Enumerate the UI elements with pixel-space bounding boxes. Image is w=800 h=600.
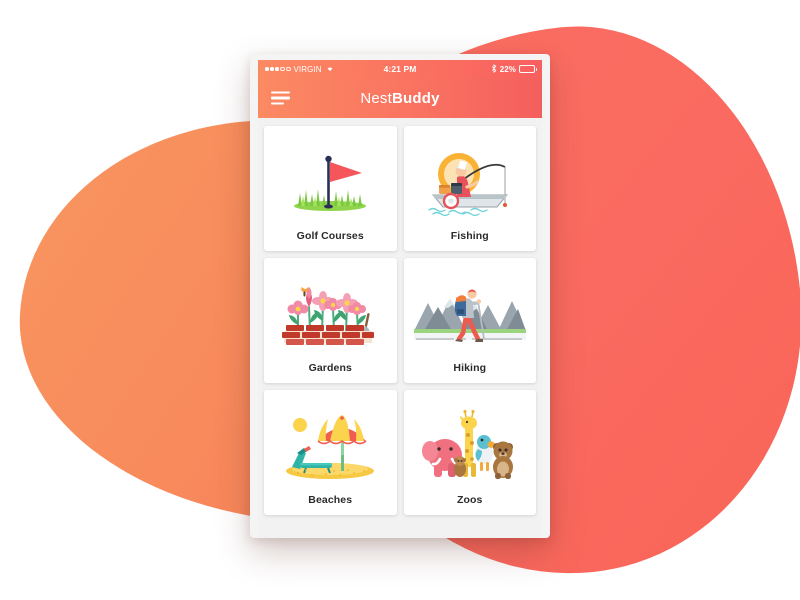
category-card-golf-courses[interactable]: Golf Courses: [264, 126, 397, 251]
status-bar-time: 4:21 PM: [383, 64, 417, 74]
category-label: Gardens: [308, 362, 352, 374]
app-title-bold: Buddy: [391, 89, 440, 107]
flower-garden-icon: [268, 266, 393, 362]
phone-mockup: VIRGIN 4:21 PM 22% NestBuddy Golf Course…: [250, 54, 550, 538]
signal-strength-icon: [265, 66, 291, 72]
wifi-icon: [325, 64, 335, 74]
app-mockup-stage: VIRGIN 4:21 PM 22% NestBuddy Golf Course…: [0, 0, 800, 600]
battery-percent-label: 22%: [499, 64, 516, 74]
category-card-beaches[interactable]: Beaches: [264, 390, 397, 515]
phone-screen: VIRGIN 4:21 PM 22% NestBuddy Golf Course…: [258, 60, 542, 538]
status-bar: VIRGIN 4:21 PM 22%: [258, 60, 542, 78]
beach-umbrella-icon: [268, 398, 393, 494]
category-label: Hiking: [453, 362, 487, 374]
category-label: Fishing: [450, 230, 489, 242]
status-bar-left: VIRGIN: [265, 64, 355, 74]
page-title: NestBuddy: [258, 90, 542, 107]
zoo-animals-icon: [408, 398, 533, 494]
category-label: Golf Courses: [296, 230, 364, 242]
app-title-light: Nest: [360, 89, 392, 107]
category-label: Beaches: [308, 494, 353, 506]
category-card-fishing[interactable]: Fishing: [403, 126, 536, 251]
app-header: NestBuddy: [258, 78, 542, 118]
category-card-zoos[interactable]: Zoos: [403, 390, 536, 515]
category-card-gardens[interactable]: Gardens: [264, 258, 397, 383]
status-bar-right: 22%: [445, 63, 537, 75]
fishing-boat-icon: [408, 134, 533, 230]
golf-flag-icon: [268, 134, 393, 230]
hamburger-menu-icon[interactable]: [271, 91, 290, 105]
battery-icon: [519, 65, 537, 73]
carrier-name: VIRGIN: [293, 64, 322, 74]
category-card-hiking[interactable]: Hiking: [403, 258, 536, 383]
hiker-mountains-icon: [408, 266, 533, 362]
bluetooth-icon: [491, 63, 497, 75]
category-grid: Golf Courses Fishing Gardens Hiking Beac…: [258, 118, 542, 538]
category-label: Zoos: [457, 494, 483, 506]
